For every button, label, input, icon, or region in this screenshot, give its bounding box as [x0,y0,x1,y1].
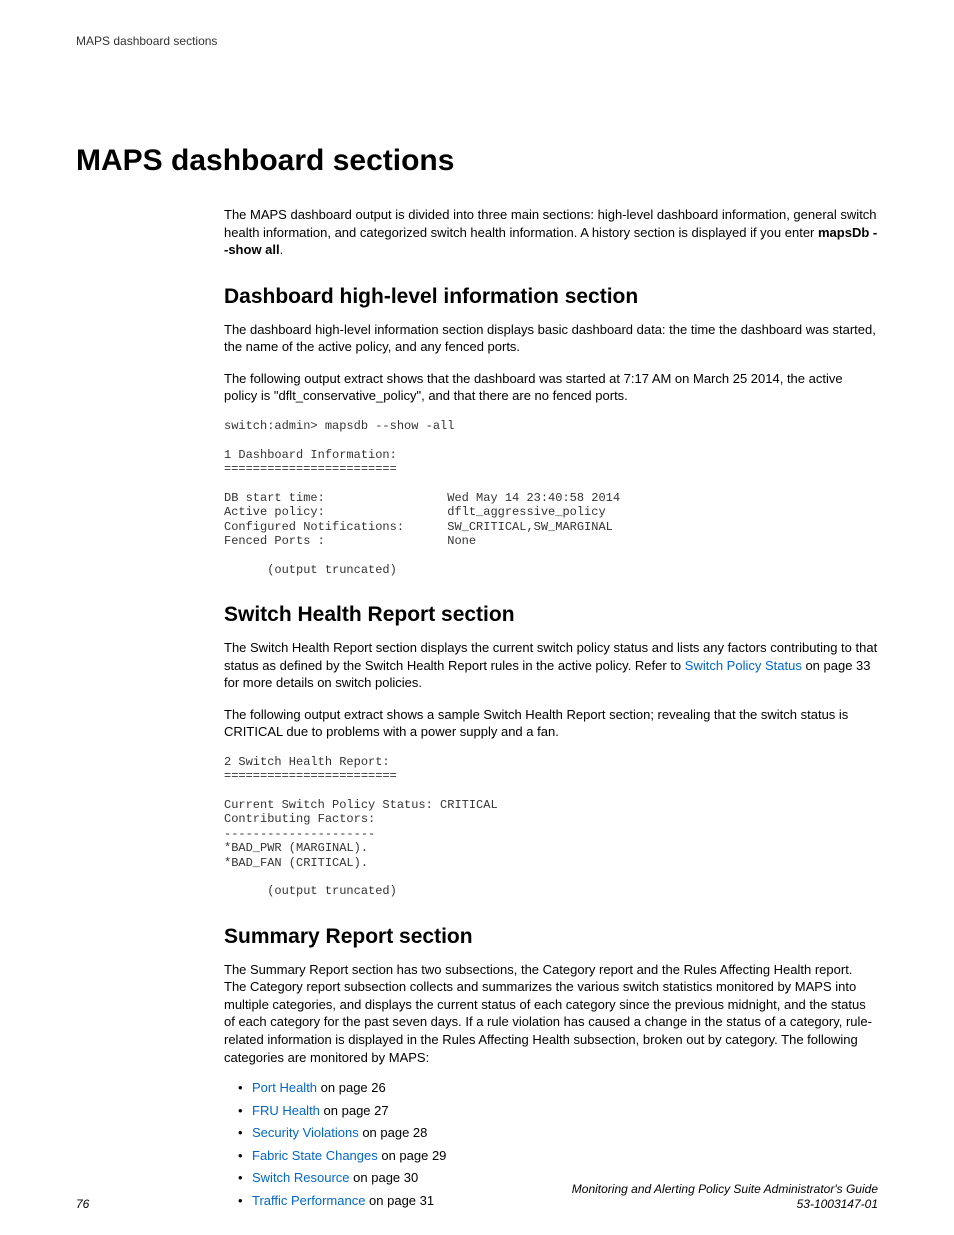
link-switch-policy-status[interactable]: Switch Policy Status [685,658,802,673]
section-heading-summary: Summary Report section [224,925,878,949]
intro-text-c: . [280,242,284,257]
list-item: Port Health on page 26 [224,1080,878,1096]
link-port-health[interactable]: Port Health [252,1080,317,1095]
intro-text-a: The MAPS dashboard output is divided int… [224,207,877,240]
sec2-p1: The Switch Health Report section display… [224,639,878,692]
section-heading-switchhealth: Switch Health Report section [224,603,878,627]
sec1-code: switch:admin> mapsdb --show -all 1 Dashb… [224,419,878,577]
footer-page-number: 76 [76,1197,89,1211]
list-item: Fabric State Changes on page 29 [224,1148,878,1164]
list-item-rest: on page 28 [359,1125,428,1140]
list-item-rest: on page 26 [317,1080,386,1095]
list-item-rest: on page 29 [378,1148,447,1163]
page-container: MAPS dashboard sections MAPS dashboard s… [0,0,954,1235]
list-item: Security Violations on page 28 [224,1125,878,1141]
footer: 76 Monitoring and Alerting Policy Suite … [76,1182,878,1211]
intro-paragraph: The MAPS dashboard output is divided int… [224,206,878,259]
sec1-p1: The dashboard high-level information sec… [224,321,878,356]
link-security-violations[interactable]: Security Violations [252,1125,359,1140]
footer-doc-info: Monitoring and Alerting Policy Suite Adm… [572,1182,878,1211]
list-item-rest: on page 27 [320,1103,389,1118]
sec2-code: 2 Switch Health Report: ================… [224,755,878,899]
link-fabric-state-changes[interactable]: Fabric State Changes [252,1148,378,1163]
page-title: MAPS dashboard sections [76,144,878,178]
sec1-p2: The following output extract shows that … [224,370,878,405]
body-content: The MAPS dashboard output is divided int… [224,206,878,1209]
footer-guide-title: Monitoring and Alerting Policy Suite Adm… [572,1182,878,1196]
sec3-p1: The Summary Report section has two subse… [224,961,878,1066]
sec2-p2: The following output extract shows a sam… [224,706,878,741]
footer-doc-number: 53-1003147-01 [572,1197,878,1211]
section-heading-dashboard: Dashboard high-level information section [224,285,878,309]
list-item: FRU Health on page 27 [224,1103,878,1119]
running-header: MAPS dashboard sections [76,34,878,48]
link-fru-health[interactable]: FRU Health [252,1103,320,1118]
